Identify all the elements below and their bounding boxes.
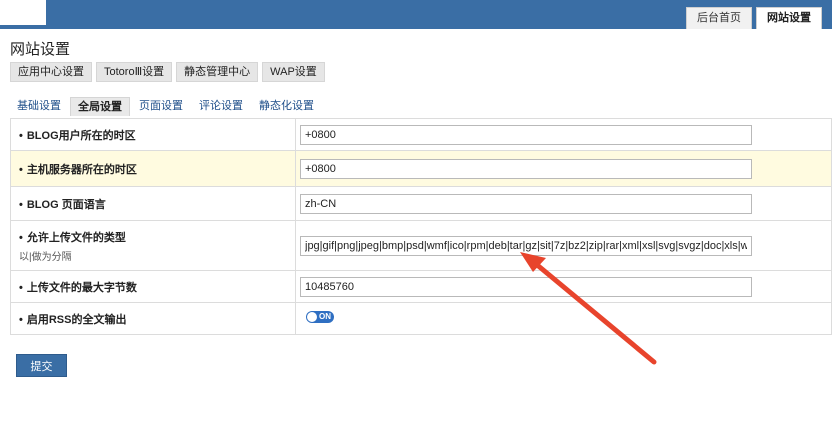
row-label: • 启用RSS的全文输出 [10, 302, 296, 335]
bullet-icon: • [19, 198, 23, 211]
tab-basic[interactable]: 基础设置 [10, 97, 68, 116]
form-row-page-language: • BLOG 页面语言 [10, 186, 832, 221]
form-row-server-timezone: • 主机服务器所在的时区 [10, 150, 832, 187]
row-label-text: 主机服务器所在的时区 [26, 163, 137, 176]
row-value [295, 186, 832, 221]
row-label: • 主机服务器所在的时区 [10, 150, 296, 187]
row-label-text: 启用RSS的全文输出 [26, 313, 127, 326]
row-label: • 上传文件的最大字节数 [10, 270, 296, 303]
row-value [295, 220, 832, 271]
bullet-icon: • [19, 231, 23, 244]
bullet-icon: • [19, 163, 23, 176]
tab-admin-home[interactable]: 后台首页 [686, 7, 752, 29]
row-label-text: 允许上传文件的类型 [26, 231, 126, 244]
bullet-icon: • [19, 281, 23, 294]
logo-placeholder [0, 0, 46, 25]
row-hint: 以|做为分隔 [19, 251, 72, 263]
bullet-icon: • [19, 129, 23, 142]
header-tabs: 后台首页 网站设置 [686, 7, 822, 29]
row-label: • BLOG 页面语言 [10, 186, 296, 221]
row-value [295, 270, 832, 303]
tab-page[interactable]: 页面设置 [132, 97, 190, 116]
user-timezone-input[interactable] [300, 124, 752, 145]
toggle-state-label: ON [319, 312, 331, 321]
row-label: • 允许上传文件的类型 以|做为分隔 [10, 220, 296, 271]
row-label-text: BLOG 页面语言 [26, 198, 106, 211]
submit-button[interactable]: 提交 [16, 354, 67, 377]
rss-fulltext-toggle[interactable]: ON [306, 311, 334, 323]
row-value: ON [295, 302, 832, 335]
subnav-app-center[interactable]: 应用中心设置 [10, 62, 92, 82]
row-label: • BLOG用户所在的时区 [10, 118, 296, 151]
bullet-icon: • [19, 313, 23, 326]
row-label-text: 上传文件的最大字节数 [26, 281, 137, 294]
row-value [295, 150, 832, 187]
subnav-static-center[interactable]: 静态管理中心 [176, 62, 259, 82]
page-language-input[interactable] [300, 193, 752, 214]
top-header-bar: 后台首页 网站设置 [0, 0, 832, 29]
settings-tabs: 基础设置 全局设置 页面设置 评论设置 静态化设置 [10, 97, 321, 116]
form-row-rss-fulltext: • 启用RSS的全文输出 ON [10, 302, 832, 335]
page-title: 网站设置 [10, 41, 71, 58]
upload-types-input[interactable] [300, 235, 752, 256]
toggle-knob [307, 312, 317, 322]
tab-static[interactable]: 静态化设置 [252, 97, 321, 116]
tab-comment[interactable]: 评论设置 [192, 97, 250, 116]
max-upload-size-input[interactable] [300, 276, 752, 297]
form-row-upload-types: • 允许上传文件的类型 以|做为分隔 [10, 220, 832, 271]
form-row-max-upload-size: • 上传文件的最大字节数 [10, 270, 832, 303]
tab-global[interactable]: 全局设置 [70, 97, 130, 116]
server-timezone-input[interactable] [300, 158, 752, 179]
settings-subnav: 应用中心设置 TotoroⅢ设置 静态管理中心 WAP设置 [10, 62, 325, 82]
row-value [295, 118, 832, 151]
form-row-user-timezone: • BLOG用户所在的时区 [10, 118, 832, 151]
row-label-text: BLOG用户所在的时区 [26, 129, 136, 142]
tab-site-settings[interactable]: 网站设置 [756, 7, 822, 29]
subnav-wap[interactable]: WAP设置 [262, 62, 325, 82]
settings-form-table: •BLOG用户所在的时区 •主机服务器所在的时区 •BLOG 页面语言 •允许上… [10, 118, 832, 335]
subnav-totoro[interactable]: TotoroⅢ设置 [96, 62, 173, 82]
